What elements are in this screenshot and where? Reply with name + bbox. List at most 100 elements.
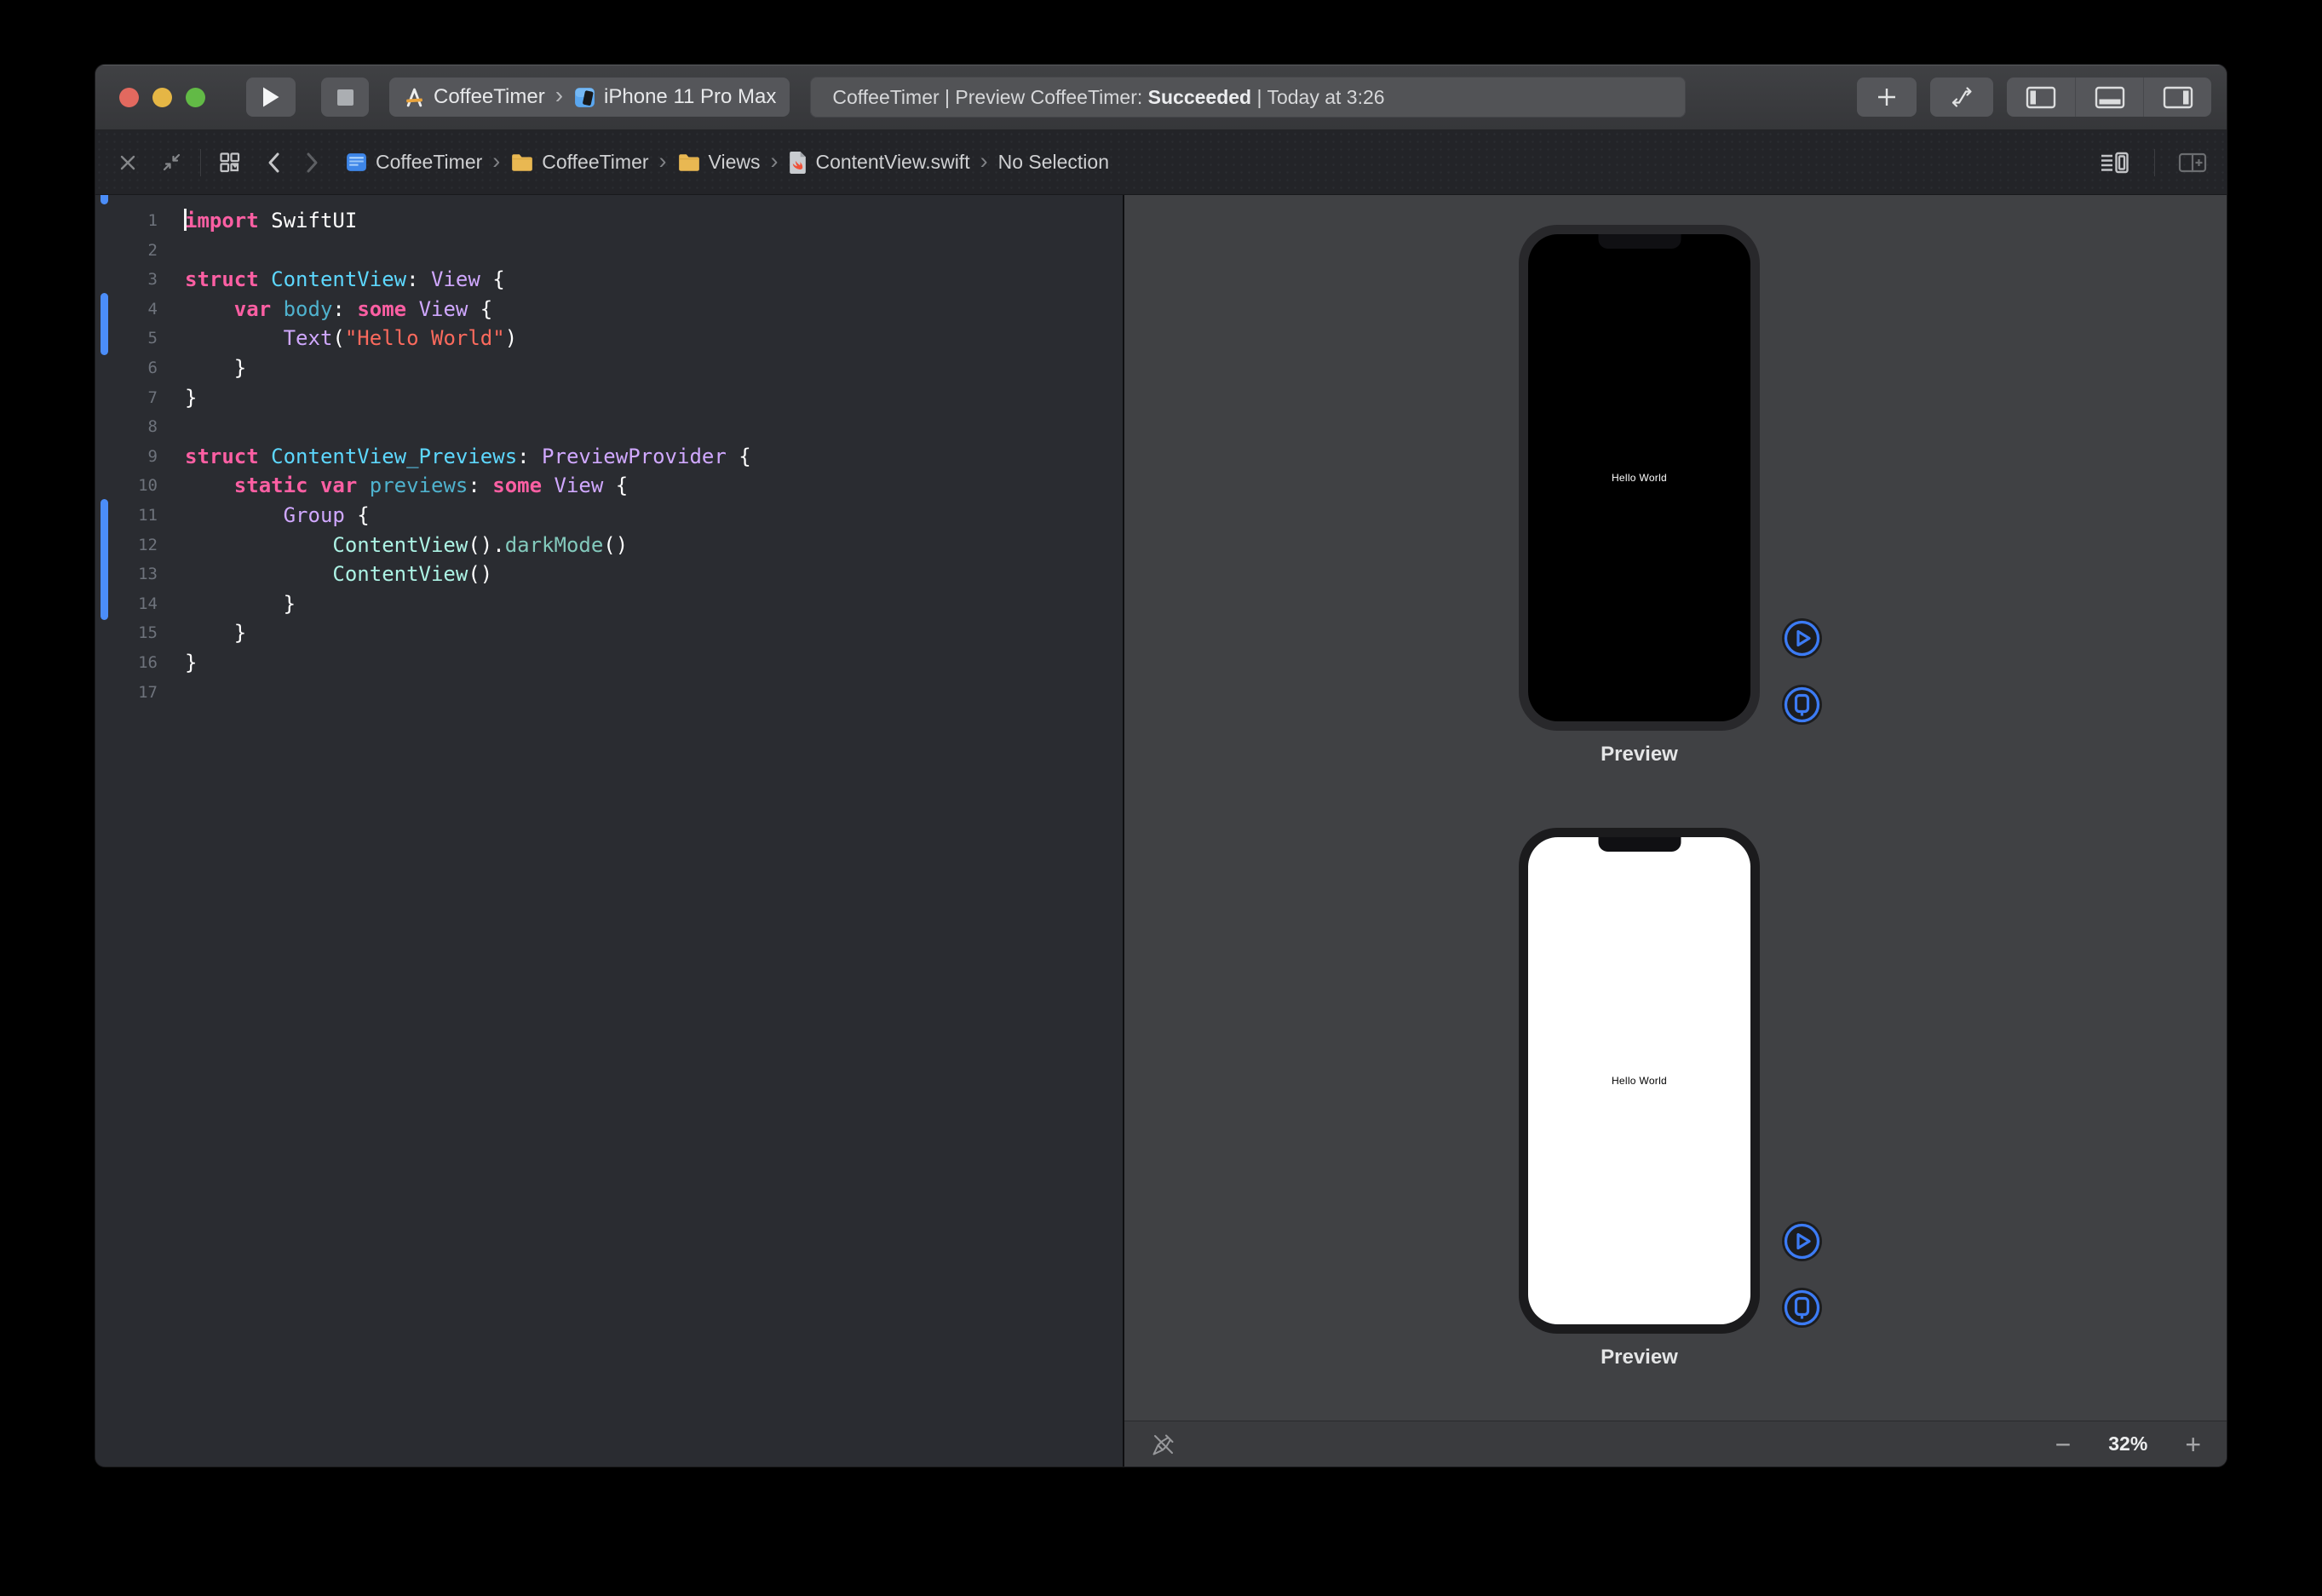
hello-world-text: Hello World [1612,1075,1667,1087]
live-preview-button[interactable] [1782,1221,1822,1261]
change-bar [101,293,108,355]
code-line[interactable]: 7} [95,383,1123,413]
line-number[interactable]: 7 [95,383,158,413]
run-button[interactable] [246,78,296,117]
preview-on-device-button[interactable] [1782,1288,1822,1328]
zoom-window-button[interactable] [186,88,205,107]
zoom-level: 32% [2108,1432,2147,1455]
preview-screen[interactable]: Hello World [1528,837,1750,1324]
line-number[interactable]: 2 [95,236,158,266]
line-number[interactable]: 15 [95,618,158,648]
code-line[interactable]: 14 } [95,589,1123,619]
code-line[interactable]: 6 } [95,353,1123,383]
stop-icon [337,89,353,106]
code-line[interactable]: 11 Group { [95,501,1123,531]
code-line[interactable]: 5 Text("Hello World") [95,324,1123,353]
library-add-button[interactable] [1857,78,1917,117]
preview-screen[interactable]: Hello World [1528,234,1750,721]
scheme-device-label: iPhone 11 Pro Max [604,85,776,109]
line-number[interactable]: 9 [95,442,158,472]
code-line[interactable]: 13 ContentView() [95,560,1123,589]
breadcrumb-item-coffeetimer[interactable]: CoffeeTimer [510,151,648,174]
breadcrumb-label: Views [709,151,761,174]
code-line[interactable]: 4 var body: some View { [95,295,1123,324]
code-text [158,412,185,442]
editor-area: 1import SwiftUI23struct ContentView: Vie… [95,195,2227,1467]
jumpbar-right-icons [2100,149,2208,176]
preview-group-light: Hello World Preview [1519,828,1760,1369]
forward-button[interactable] [304,151,321,175]
preview-canvas-main: Hello WorldPreviewHello WorldPreview [1124,195,2227,1421]
code-line[interactable]: 12 ContentView().darkMode() [95,531,1123,560]
live-preview-button[interactable] [1782,618,1822,658]
preview-group-dark: Hello WorldPreview [1519,225,1760,766]
toolbar: CoffeeTimer › iPhone 11 Pro Max CoffeeTi… [95,65,2227,130]
breadcrumb: CoffeeTimer›CoffeeTimer›Views›ContentVie… [345,148,1109,177]
code-lines: 1import SwiftUI23struct ContentView: Vie… [95,195,1123,707]
toggle-debug-area-button[interactable] [2075,78,2143,117]
line-number[interactable]: 1 [95,206,158,236]
code-text: import SwiftUI [158,206,357,236]
code-line[interactable]: 2 [95,236,1123,266]
line-number[interactable]: 16 [95,648,158,678]
navigator-panel-icon [2026,86,2056,109]
zoom-out-button[interactable]: − [2055,1431,2072,1458]
code-line[interactable]: 15 } [95,618,1123,648]
back-button[interactable] [265,151,282,175]
close-editor-button[interactable] [118,152,138,173]
text-cursor [184,209,187,231]
source-editor[interactable]: 1import SwiftUI23struct ContentView: Vie… [95,195,1123,1467]
code-line[interactable]: 10 static var previews: some View { [95,471,1123,501]
code-line[interactable]: 8 [95,412,1123,442]
status-prefix: CoffeeTimer | Preview CoffeeTimer: [832,86,1147,109]
activity-status-bar[interactable]: CoffeeTimer | Preview CoffeeTimer: Succe… [810,77,1686,118]
code-text [158,236,185,266]
breadcrumb-separator: › [980,148,988,175]
iphone-preview-dark[interactable]: Hello World [1519,225,1760,731]
add-editor-button[interactable] [2177,151,2208,175]
breadcrumb-separator: › [770,148,778,175]
breadcrumb-item-contentview-swift[interactable]: ContentView.swift [788,151,969,175]
minimize-window-button[interactable] [152,88,172,107]
toggle-inspectors-button[interactable] [2143,78,2211,117]
line-number[interactable]: 17 [95,678,158,708]
breadcrumb-item-no-selection[interactable]: No Selection [998,151,1109,174]
editor-options-button[interactable] [2100,149,2132,176]
code-line[interactable]: 3struct ContentView: View { [95,265,1123,295]
jumpbar-right-separator [2154,149,2155,176]
line-number[interactable]: 6 [95,353,158,383]
swift-file-icon [788,151,808,175]
project-icon [345,151,368,174]
panel-toggle-group [2007,78,2211,117]
code-line[interactable]: 9struct ContentView_Previews: PreviewPro… [95,442,1123,472]
minimize-editor-button[interactable] [160,151,183,174]
stop-button[interactable] [321,78,369,117]
status-time: | Today at 3:26 [1251,86,1384,109]
line-number[interactable]: 3 [95,265,158,295]
hello-world-text: Hello World [1612,472,1667,484]
preview-label: Preview [1519,1346,1760,1369]
pin-preview-button[interactable] [1150,1431,1177,1458]
close-window-button[interactable] [119,88,139,107]
change-bar [101,499,108,620]
zoom-in-button[interactable]: + [2185,1431,2201,1458]
code-text: ContentView() [158,560,492,589]
code-line[interactable]: 1import SwiftUI [95,206,1123,236]
code-line[interactable]: 17 [95,678,1123,708]
breadcrumb-item-views[interactable]: Views [677,151,761,174]
preview-on-device-button[interactable] [1782,685,1822,725]
code-line[interactable]: 16} [95,648,1123,678]
line-number[interactable]: 10 [95,471,158,501]
breadcrumb-label: CoffeeTimer [542,151,648,174]
breadcrumb-item-coffeetimer[interactable]: CoffeeTimer [345,151,482,174]
line-number[interactable]: 8 [95,412,158,442]
folder-icon [677,152,701,173]
window-controls [119,88,205,107]
swap-editors-button[interactable] [1930,78,1993,117]
toggle-navigator-button[interactable] [2007,78,2075,117]
iphone-preview-light[interactable]: Hello World [1519,828,1760,1334]
jumpbar-separator [200,149,201,176]
code-text: } [158,383,197,413]
scheme-selector[interactable]: CoffeeTimer › iPhone 11 Pro Max [389,78,790,117]
related-items-button[interactable] [218,151,241,174]
